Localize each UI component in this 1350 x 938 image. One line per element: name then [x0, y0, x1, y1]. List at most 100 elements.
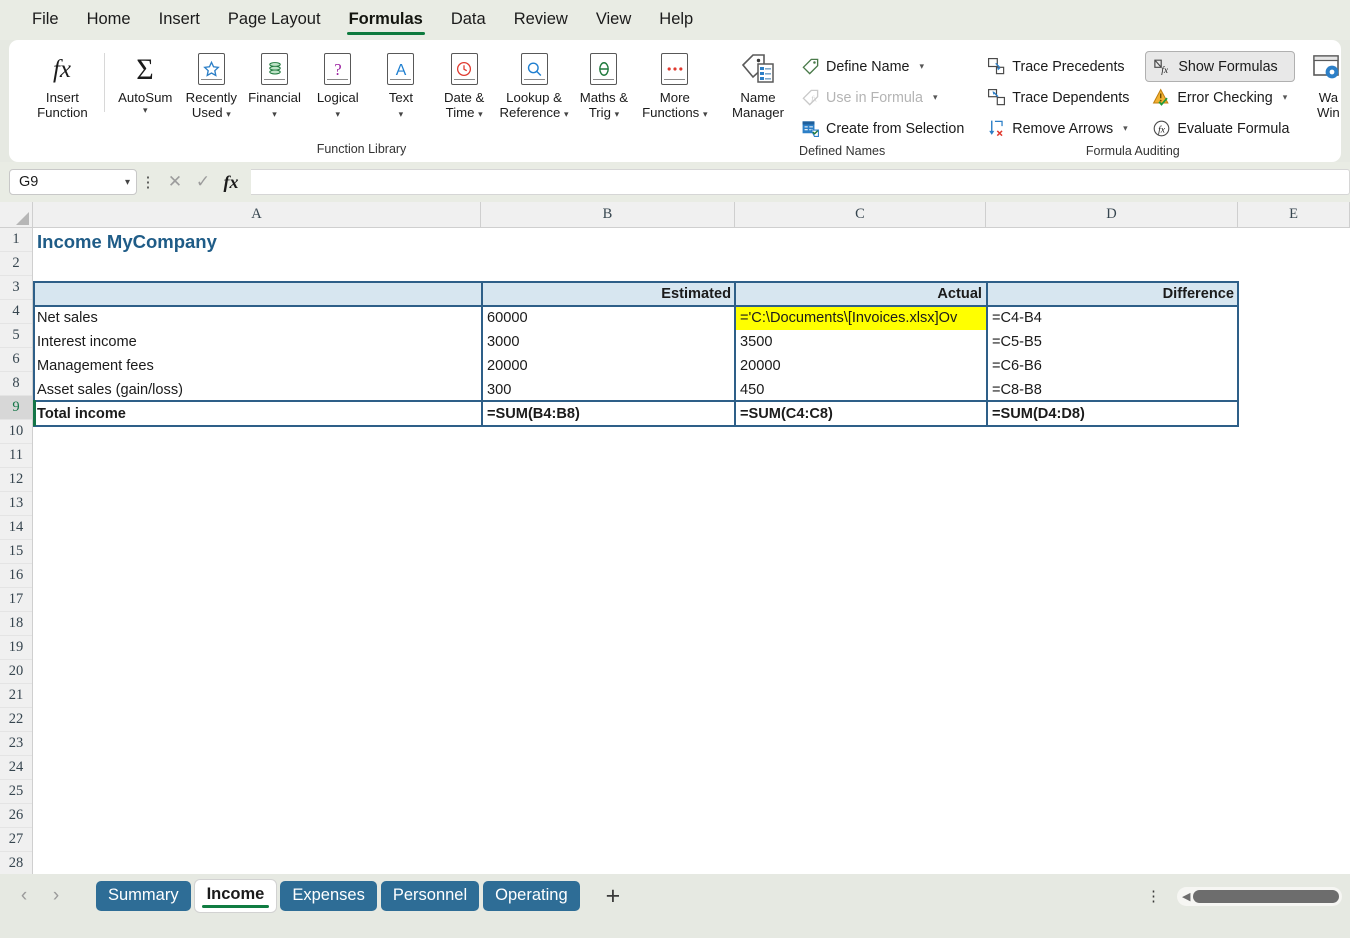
row-header-5[interactable]: 5: [0, 324, 32, 348]
select-all-corner[interactable]: [0, 202, 33, 227]
scroll-left-icon[interactable]: ◀: [1182, 890, 1190, 903]
name-box[interactable]: G9 ▾: [9, 169, 137, 195]
more-functions-button[interactable]: MoreFunctions ▾: [636, 47, 715, 121]
use-in-formula-button[interactable]: fx Use in Formula ▾: [794, 82, 970, 113]
column-header-d[interactable]: D: [986, 202, 1238, 227]
watch-window-button[interactable]: WaWin: [1301, 47, 1341, 121]
chevron-down-icon[interactable]: ▾: [615, 109, 620, 119]
previous-sheet-button[interactable]: ‹: [8, 885, 40, 907]
sheet-tab-income[interactable]: Income: [195, 880, 277, 912]
formula-input[interactable]: [251, 169, 1350, 195]
cell-B4[interactable]: 60000: [483, 306, 735, 330]
row-header-3[interactable]: 3: [0, 276, 32, 300]
next-sheet-button[interactable]: ›: [40, 885, 72, 907]
name-manager-button[interactable]: NameManager: [722, 47, 794, 121]
cell-A3[interactable]: [33, 282, 481, 306]
row-header-24[interactable]: 24: [0, 756, 32, 780]
cell-C5[interactable]: 3500: [736, 330, 986, 354]
ribbon-tab-page-layout[interactable]: Page Layout: [214, 4, 335, 37]
sheet-tab-expenses[interactable]: Expenses: [280, 881, 376, 911]
chevron-down-icon[interactable]: ▾: [564, 109, 569, 119]
chevron-down-icon[interactable]: ▾: [933, 92, 938, 103]
enter-formula-icon[interactable]: ✓: [191, 172, 215, 192]
column-header-e[interactable]: E: [1238, 202, 1350, 227]
row-header-11[interactable]: 11: [0, 444, 32, 468]
row-header-25[interactable]: 25: [0, 780, 32, 804]
create-from-selection-button[interactable]: Create from Selection: [794, 113, 970, 144]
cell-C9[interactable]: =SUM(C4:C8): [736, 402, 986, 426]
cell-C8[interactable]: 450: [736, 378, 986, 402]
ribbon-tab-view[interactable]: View: [582, 4, 645, 37]
row-header-26[interactable]: 26: [0, 804, 32, 828]
chevron-down-icon[interactable]: ▾: [335, 109, 340, 119]
chevron-down-icon[interactable]: ▾: [1283, 92, 1288, 103]
cell-B9[interactable]: =SUM(B4:B8): [483, 402, 735, 426]
cell-D4[interactable]: =C4-B4: [988, 306, 1238, 330]
sheet-tab-summary[interactable]: Summary: [96, 881, 191, 911]
cell-B3[interactable]: Estimated: [481, 282, 735, 306]
row-header-9[interactable]: 9: [0, 396, 32, 420]
insert-function-icon[interactable]: fx: [219, 172, 243, 193]
row-header-16[interactable]: 16: [0, 564, 32, 588]
ribbon-tab-formulas[interactable]: Formulas: [335, 4, 437, 37]
row-header-18[interactable]: 18: [0, 612, 32, 636]
row-header-10[interactable]: 10: [0, 420, 32, 444]
chevron-down-icon[interactable]: ▾: [703, 109, 708, 119]
row-header-27[interactable]: 27: [0, 828, 32, 852]
lookup-reference-button[interactable]: Lookup &Reference ▾: [496, 47, 573, 121]
cell-A4[interactable]: Net sales: [33, 306, 481, 330]
column-header-a[interactable]: A: [33, 202, 481, 227]
formula-bar-options-icon[interactable]: ⋮: [137, 173, 159, 191]
scrollbar-thumb[interactable]: [1193, 890, 1339, 903]
trace-precedents-button[interactable]: Trace Precedents: [980, 51, 1135, 82]
row-header-17[interactable]: 17: [0, 588, 32, 612]
column-header-b[interactable]: B: [481, 202, 735, 227]
row-header-21[interactable]: 21: [0, 684, 32, 708]
cell-D6[interactable]: =C6-B6: [988, 354, 1238, 378]
column-header-c[interactable]: C: [735, 202, 986, 227]
insert-function-button[interactable]: fx InsertFunction: [27, 47, 98, 121]
recently-used-button[interactable]: RecentlyUsed ▾: [180, 47, 243, 121]
horizontal-scrollbar[interactable]: ◀: [1177, 887, 1342, 906]
cell-A1[interactable]: Income MyCompany: [33, 228, 481, 256]
trace-dependents-button[interactable]: Trace Dependents: [980, 82, 1135, 113]
chevron-down-icon[interactable]: ▾: [272, 109, 277, 119]
logical-button[interactable]: ? Logical▾: [306, 47, 369, 121]
sheet-options-icon[interactable]: ⋮: [1146, 887, 1161, 905]
row-header-15[interactable]: 15: [0, 540, 32, 564]
row-header-28[interactable]: 28: [0, 852, 32, 874]
chevron-down-icon[interactable]: ▾: [919, 61, 924, 72]
chevron-down-icon[interactable]: ▾: [478, 109, 483, 119]
remove-arrows-button[interactable]: Remove Arrows ▾: [980, 113, 1135, 144]
chevron-down-icon[interactable]: ▾: [226, 109, 231, 119]
ribbon-tab-file[interactable]: File: [18, 4, 73, 37]
autosum-button[interactable]: Σ AutoSum ▾: [111, 47, 180, 115]
cell-C3[interactable]: Actual: [735, 282, 986, 306]
ribbon-tab-data[interactable]: Data: [437, 4, 500, 37]
show-formulas-button[interactable]: fx Show Formulas: [1145, 51, 1295, 82]
ribbon-tab-home[interactable]: Home: [73, 4, 145, 37]
cancel-formula-icon[interactable]: ✕: [163, 172, 187, 192]
sheet-tab-operating[interactable]: Operating: [483, 881, 579, 911]
text-button[interactable]: A Text▾: [369, 47, 432, 121]
cell-A5[interactable]: Interest income: [33, 330, 481, 354]
error-checking-button[interactable]: Error Checking ▾: [1145, 82, 1295, 113]
cell-A8[interactable]: Asset sales (gain/loss): [33, 378, 481, 402]
cell-D3[interactable]: Difference: [986, 282, 1238, 306]
sheet-tab-personnel[interactable]: Personnel: [381, 881, 479, 911]
cell-C4[interactable]: ='C:\Documents\[Invoices.xlsx]Ov: [736, 306, 986, 330]
define-name-button[interactable]: Define Name ▾: [794, 51, 970, 82]
row-header-22[interactable]: 22: [0, 708, 32, 732]
cell-A6[interactable]: Management fees: [33, 354, 481, 378]
chevron-down-icon[interactable]: ▾: [1123, 123, 1128, 134]
cell-B5[interactable]: 3000: [483, 330, 735, 354]
evaluate-formula-button[interactable]: fx Evaluate Formula: [1145, 113, 1295, 144]
cell-B8[interactable]: 300: [483, 378, 735, 402]
cell-D9[interactable]: =SUM(D4:D8): [988, 402, 1238, 426]
row-header-8[interactable]: 8: [0, 372, 32, 396]
financial-button[interactable]: Financial▾: [243, 47, 306, 121]
sheet-canvas[interactable]: Income MyCompany Estimated Actual Differ…: [33, 228, 1350, 874]
row-header-4[interactable]: 4: [0, 300, 32, 324]
cell-B6[interactable]: 20000: [483, 354, 735, 378]
add-sheet-button[interactable]: +: [606, 884, 621, 909]
